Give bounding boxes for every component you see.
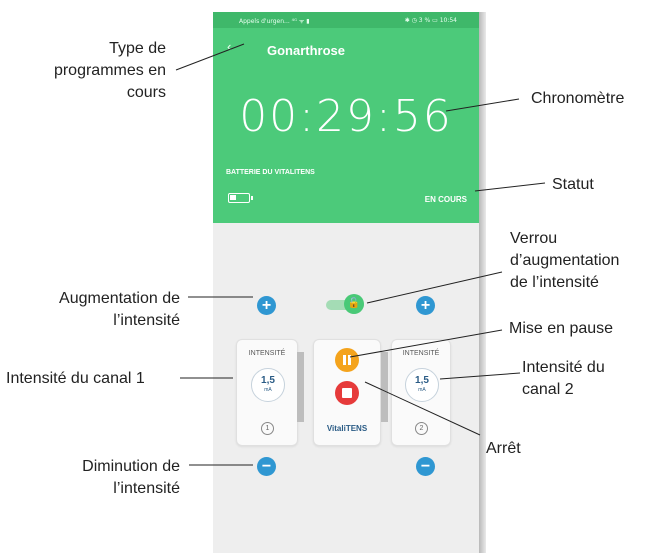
intensity-lock-toggle[interactable]: 🔓 (326, 294, 368, 316)
channel2-card: INTENSITÉ 1,5 mA 2 (391, 339, 451, 446)
pause-button[interactable] (335, 348, 359, 372)
annotation-increase: Augmentation de l’intensité (10, 288, 180, 332)
annotation-channel2: Intensité du canal 2 (522, 357, 605, 401)
decrease-intensity-channel1-button[interactable]: − (257, 457, 276, 476)
card-separator-left (297, 352, 304, 422)
channel2-intensity-label: INTENSITÉ (402, 350, 440, 357)
channel2-intensity-value: 1,5 (415, 375, 429, 386)
annotation-stop: Arrêt (486, 440, 521, 457)
battery-label: BATTERIE DU VITALITENS (226, 169, 315, 176)
annotation-text: de l’intensité (510, 274, 599, 291)
brand-label: VitaliTENS (326, 424, 368, 433)
annotation-text: programmes en (53, 62, 166, 79)
program-title: Gonarthrose (267, 43, 346, 58)
stop-icon (342, 388, 352, 398)
stop-button[interactable] (335, 381, 359, 405)
pause-icon-bar (348, 355, 351, 365)
channel1-intensity-label: INTENSITÉ (248, 350, 286, 357)
system-status-bar: Appels d'urgen... ⁴ᴳ ᯤ ▮ ✱ ◷ 3 % ▭ 10:54 (213, 12, 479, 28)
status-bar-right: ✱ ◷ 3 % ▭ 10:54 (404, 17, 457, 24)
increase-intensity-channel2-button[interactable]: + (416, 296, 435, 315)
minus-icon: − (420, 458, 431, 475)
channel1-intensity-value: 1,5 (261, 375, 275, 386)
session-control-card: VitaliTENS (313, 339, 381, 446)
minus-icon: − (261, 458, 272, 475)
annotation-text: d’augmentation (510, 252, 620, 269)
status-badge: EN COURS (424, 195, 467, 204)
annotation-text: l’intensité (113, 480, 180, 497)
annotation-channel1: Intensité du canal 1 (6, 370, 145, 387)
annotation-text: l’intensité (113, 312, 180, 329)
battery-icon (228, 193, 253, 203)
card-separator-right (381, 352, 388, 422)
annotation-text: Diminution de (82, 458, 180, 475)
plus-icon: + (420, 297, 431, 314)
channel1-intensity-dial: 1,5 mA (251, 368, 285, 402)
session-header: Appels d'urgen... ⁴ᴳ ᯤ ▮ ✱ ◷ 3 % ▭ 10:54… (213, 12, 479, 223)
annotation-lock: Verrou d’augmentation de l’intensité (510, 228, 619, 294)
annotation-status: Statut (552, 176, 594, 193)
annotation-text: canal 2 (522, 381, 574, 398)
annotation-text: Augmentation de (59, 290, 180, 307)
annotation-chronometer: Chronomètre (531, 90, 625, 107)
plus-icon: + (261, 297, 272, 314)
increase-intensity-channel1-button[interactable]: + (257, 296, 276, 315)
phone-screen: Appels d'urgen... ⁴ᴳ ᯤ ▮ ✱ ◷ 3 % ▭ 10:54… (213, 12, 479, 553)
annotation-program-type: Type de programmes en cours (20, 38, 166, 104)
phone-edge-shadow (479, 12, 486, 553)
arrow-left-icon[interactable]: ‹ (227, 40, 241, 54)
channel2-number: 2 (415, 422, 428, 435)
channel2-intensity-unit: mA (418, 387, 426, 393)
decrease-intensity-channel2-button[interactable]: − (416, 457, 435, 476)
annotation-text: Intensité du (522, 359, 605, 376)
annotation-text: Type de (109, 40, 166, 57)
annotation-pause: Mise en pause (509, 320, 614, 337)
channel1-card: INTENSITÉ 1,5 mA 1 (236, 339, 298, 446)
channel2-intensity-dial: 1,5 mA (405, 368, 439, 402)
pause-icon (343, 355, 346, 365)
channel1-number: 1 (261, 422, 274, 435)
channel1-intensity-unit: mA (264, 387, 272, 393)
annotation-decrease: Diminution de l’intensité (10, 456, 180, 500)
lock-icon: 🔓 (344, 294, 364, 314)
session-timer: 00:29:56 (239, 91, 453, 142)
annotation-text: cours (126, 84, 166, 101)
annotation-text: Verrou (510, 230, 558, 247)
status-bar-left: Appels d'urgen... ⁴ᴳ ᯤ ▮ (239, 18, 310, 25)
